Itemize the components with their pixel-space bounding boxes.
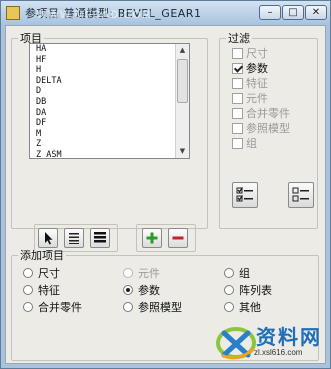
filter-checkbox[interactable] (232, 63, 243, 74)
radio-label: 尺寸 (38, 267, 60, 280)
filter-group-legend: 过滤 (228, 32, 250, 45)
list-item[interactable]: D (30, 86, 175, 97)
filter-checkbox-label: 参照模型 (246, 122, 290, 135)
minimize-button[interactable]: – (259, 5, 281, 20)
list-item[interactable]: M (30, 129, 175, 140)
radio-button (123, 268, 133, 278)
add-option-radio[interactable]: 参数 (123, 282, 160, 297)
filter-checkbox-row[interactable]: 参数 (232, 60, 268, 75)
radio-label: 元件 (138, 267, 160, 280)
select-button[interactable] (38, 228, 58, 248)
list-item[interactable]: Z (30, 139, 175, 150)
filter-checkbox-row: 特征 (232, 75, 268, 90)
list-item[interactable]: DELTA (30, 76, 175, 87)
select-all-icon (236, 187, 253, 202)
radio-label: 组 (239, 267, 250, 280)
radio-button[interactable] (123, 285, 133, 295)
filter-checkbox (232, 93, 243, 104)
add-items-group-legend: 添加项目 (20, 249, 64, 262)
add-item-button[interactable] (142, 228, 162, 248)
radio-button[interactable] (224, 285, 234, 295)
detail-view-button[interactable] (90, 228, 110, 248)
list-item[interactable]: HF (30, 55, 175, 66)
add-option-radio[interactable]: 尺寸 (23, 265, 60, 280)
scroll-thumb[interactable] (177, 59, 188, 103)
radio-label: 参照模型 (138, 301, 182, 314)
title-bar[interactable]: 参项目 普通模型: BEVEL_GEAR1 WWW.MFCAD.COM – □ … (1, 1, 330, 25)
dialog-client: 项目 HAHFHDELTADDBDADFMZZ_ASMALPHA ▲ ▼ (5, 25, 326, 364)
filter-checkbox-label: 组 (246, 137, 257, 150)
app-icon (6, 6, 20, 20)
minus-icon (172, 236, 184, 240)
add-option-radio[interactable]: 合并零件 (23, 299, 82, 314)
add-option-radio: 元件 (123, 265, 160, 280)
remove-item-button[interactable] (168, 228, 188, 248)
radio-label: 其他 (239, 301, 261, 314)
filter-checkbox (232, 138, 243, 149)
scroll-down-icon[interactable]: ▼ (176, 145, 189, 158)
radio-button[interactable] (23, 302, 33, 312)
dialog-window: 参项目 普通模型: BEVEL_GEAR1 WWW.MFCAD.COM – □ … (0, 0, 331, 369)
filter-checkbox-label: 尺寸 (246, 47, 268, 60)
watermark-brand: 资料网 (256, 325, 322, 349)
list-item[interactable]: HA (30, 44, 175, 55)
watermark-top: WWW.MFCAD.COM (37, 9, 153, 21)
filter-checkbox-row: 组 (232, 135, 257, 150)
select-all-filter-button[interactable] (232, 182, 258, 208)
filter-checkbox-row: 合并零件 (232, 105, 290, 120)
radio-button[interactable] (123, 302, 133, 312)
filter-checkbox (232, 108, 243, 119)
filter-checkbox-row: 参照模型 (232, 120, 290, 135)
add-option-radio[interactable]: 特征 (23, 282, 60, 297)
deselect-all-icon (292, 187, 309, 202)
list-item[interactable]: DF (30, 118, 175, 129)
radio-button[interactable] (23, 268, 33, 278)
list-item[interactable]: Z_ASM (30, 150, 175, 158)
filter-checkbox (232, 48, 243, 59)
items-scrollbar[interactable]: ▲ ▼ (175, 44, 189, 158)
list-lines-icon (69, 233, 79, 244)
items-list: HAHFHDELTADDBDADFMZZ_ASMALPHA (30, 44, 175, 158)
filter-checkbox-row: 尺寸 (232, 45, 268, 60)
list-item[interactable]: H (30, 65, 175, 76)
list-item[interactable]: DB (30, 97, 175, 108)
scroll-up-icon[interactable]: ▲ (176, 44, 189, 57)
filter-checkbox (232, 123, 243, 134)
radio-button[interactable] (224, 302, 234, 312)
radio-label: 参数 (138, 284, 160, 297)
list-item[interactable]: DA (30, 108, 175, 119)
filter-checkbox-label: 合并零件 (246, 107, 290, 120)
radio-label: 特征 (38, 284, 60, 297)
add-option-radio[interactable]: 阵列表 (224, 282, 272, 297)
radio-label: 合并零件 (38, 301, 82, 314)
filter-checkbox-label: 参数 (246, 62, 268, 75)
radio-label: 阵列表 (239, 284, 272, 297)
radio-button[interactable] (224, 268, 234, 278)
close-button[interactable]: ✕ (305, 5, 327, 20)
items-listbox[interactable]: HAHFHDELTADDBDADFMZZ_ASMALPHA ▲ ▼ (29, 43, 190, 159)
pointer-arrow-icon (45, 232, 53, 245)
maximize-button[interactable]: □ (282, 5, 304, 20)
deselect-all-filter-button[interactable] (288, 182, 314, 208)
plus-icon (146, 232, 158, 244)
add-option-radio[interactable]: 其他 (224, 299, 261, 314)
filter-checkbox-label: 元件 (246, 92, 268, 105)
filter-checkbox (232, 78, 243, 89)
list-bold-lines-icon (94, 232, 106, 243)
filter-checkbox-row: 元件 (232, 90, 268, 105)
list-view-button[interactable] (64, 228, 84, 248)
filter-checkbox-label: 特征 (246, 77, 268, 90)
radio-button[interactable] (23, 285, 33, 295)
add-option-radio[interactable]: 组 (224, 265, 250, 280)
add-option-radio[interactable]: 参照模型 (123, 299, 182, 314)
watermark-url: zl.xsl616.com (254, 348, 303, 357)
